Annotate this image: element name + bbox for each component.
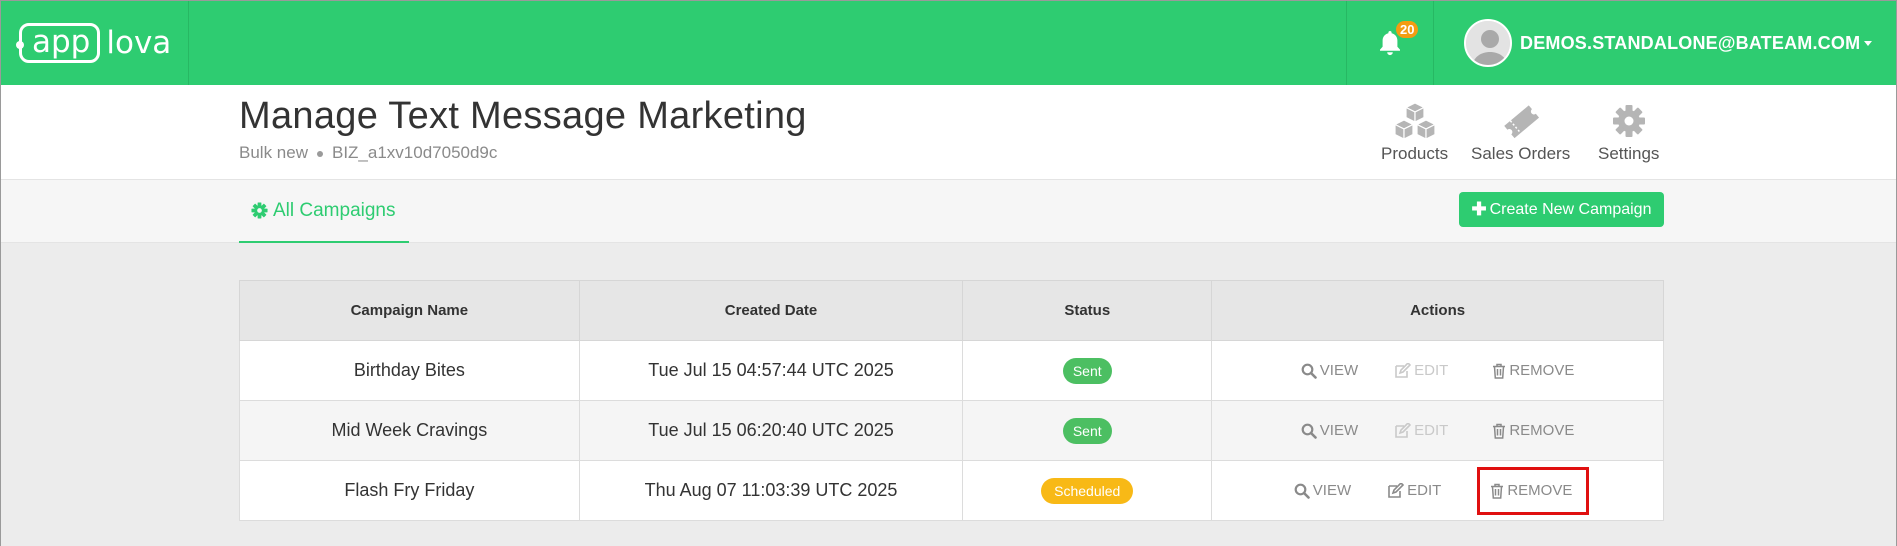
status-badge: Scheduled [1041, 477, 1134, 504]
status-cell: Sent [962, 400, 1213, 461]
page-title: Manage Text Message Marketing [239, 95, 807, 137]
plus-icon: ✚ [1471, 199, 1487, 219]
products-label: Products [1381, 144, 1449, 163]
campaign-name: Flash Fry Friday [239, 460, 580, 521]
view-button[interactable]: VIEW [1286, 469, 1359, 513]
tab-bar: All Campaigns ✚ Create New Campaign [1, 179, 1896, 244]
user-email: DEMOS.STANDALONE@BATEAM.COM [1520, 32, 1861, 53]
ticket-icon [1503, 105, 1539, 139]
edit-button[interactable]: EDIT [1386, 409, 1456, 453]
separator-dot [316, 150, 323, 157]
search-icon [1294, 483, 1310, 499]
edit-button[interactable]: EDIT [1379, 469, 1449, 513]
create-button-label: Create New Campaign [1489, 200, 1652, 218]
column-header: Actions [1211, 280, 1664, 341]
products-shortcut[interactable]: Products [1381, 102, 1448, 164]
created-date: Tue Jul 15 04:57:44 UTC 2025 [578, 340, 964, 401]
edit-label: EDIT [1414, 422, 1449, 439]
cubes-icon [1393, 102, 1436, 140]
user-menu[interactable]: DEMOS.STANDALONE@BATEAM.COM [1434, 1, 1896, 85]
edit-icon [1388, 482, 1405, 498]
table-row: Mid Week Cravings Tue Jul 15 06:20:40 UT… [239, 400, 1664, 461]
business-id: BIZ_a1xv10d7050d9c [331, 143, 498, 162]
page-subtitle: Bulk new BIZ_a1xv10d7050d9c [239, 143, 497, 163]
top-navbar: app lova 20 DEMOS.STANDALONE@BATEAM.COM [1, 1, 1896, 85]
trash-icon [1491, 483, 1504, 499]
view-label: VIEW [1312, 482, 1352, 499]
status-cell: Scheduled [962, 460, 1213, 521]
sales-orders-shortcut[interactable]: Sales Orders [1471, 102, 1570, 164]
user-silhouette-icon [1466, 21, 1510, 65]
trash-icon [1493, 363, 1506, 379]
settings-shortcut[interactable]: Settings [1598, 102, 1659, 164]
edit-icon [1395, 422, 1412, 438]
campaigns-table: Campaign Name Created Date Status Action… [239, 280, 1664, 521]
actions-cell: VIEW EDIT REMOVE [1211, 400, 1664, 461]
view-button[interactable]: VIEW [1293, 349, 1366, 393]
logo-text-app: app [32, 24, 91, 60]
remove-button[interactable]: REMOVE [1484, 409, 1582, 453]
campaign-name: Mid Week Cravings [239, 400, 580, 461]
actions-cell: VIEW EDIT REMOVE [1211, 340, 1664, 401]
column-header: Campaign Name [239, 280, 580, 341]
logo-app-box: app [16, 23, 101, 63]
view-label: VIEW [1319, 362, 1359, 379]
column-header: Created Date [578, 280, 964, 341]
trash-icon [1493, 423, 1506, 439]
settings-label: Settings [1598, 144, 1660, 163]
edit-label: EDIT [1414, 362, 1449, 379]
edit-button[interactable]: EDIT [1386, 349, 1456, 393]
created-date: Tue Jul 15 06:20:40 UTC 2025 [578, 400, 964, 461]
notification-count-badge: 20 [1396, 21, 1419, 38]
tab-all-campaigns[interactable]: All Campaigns [239, 180, 409, 244]
edit-icon [1395, 362, 1412, 378]
remove-button[interactable]: REMOVE [1484, 349, 1582, 393]
table-header-row: Campaign Name Created Date Status Action… [239, 280, 1664, 341]
main-content: Campaign Name Created Date Status Action… [1, 243, 1896, 546]
row-actions: VIEW EDIT REMOVE [1212, 409, 1663, 453]
campaign-name: Birthday Bites [239, 340, 580, 401]
create-new-campaign-button[interactable]: ✚ Create New Campaign [1459, 192, 1664, 227]
table-row: Birthday Bites Tue Jul 15 04:57:44 UTC 2… [239, 340, 1664, 401]
table-row: Flash Fry Friday Thu Aug 07 11:03:39 UTC… [239, 460, 1664, 521]
tab-label: All Campaigns [273, 199, 396, 221]
status-badge: Sent [1062, 357, 1112, 384]
logo-container[interactable]: app lova [1, 1, 189, 85]
gear-icon [251, 202, 268, 219]
status-cell: Sent [962, 340, 1213, 401]
status-badge: Sent [1062, 417, 1112, 444]
business-name: Bulk new [239, 143, 308, 162]
search-icon [1301, 423, 1317, 439]
edit-label: EDIT [1407, 482, 1442, 499]
row-actions: VIEW EDIT REMOVE [1212, 349, 1663, 393]
view-button[interactable]: VIEW [1293, 409, 1366, 453]
remove-label: REMOVE [1509, 362, 1575, 379]
view-label: VIEW [1319, 422, 1359, 439]
chevron-down-icon [1864, 40, 1873, 46]
sales-orders-label: Sales Orders [1471, 144, 1571, 163]
notifications-button[interactable]: 20 [1346, 1, 1434, 85]
logo-dot [16, 41, 24, 49]
page-header: Manage Text Message Marketing Bulk new BI… [1, 85, 1896, 179]
gear-icon [1612, 105, 1645, 137]
remove-label: REMOVE [1507, 482, 1573, 499]
applova-logo[interactable]: app lova [16, 23, 172, 63]
remove-button[interactable]: REMOVE [1477, 466, 1590, 515]
remove-label: REMOVE [1509, 422, 1575, 439]
logo-text-lova: lova [106, 25, 172, 61]
search-icon [1301, 363, 1317, 379]
actions-cell: VIEW EDIT REMOVE [1211, 460, 1664, 521]
created-date: Thu Aug 07 11:03:39 UTC 2025 [578, 460, 964, 521]
column-header: Status [962, 280, 1213, 341]
row-actions: VIEW EDIT REMOVE [1212, 466, 1663, 515]
avatar [1464, 19, 1512, 67]
